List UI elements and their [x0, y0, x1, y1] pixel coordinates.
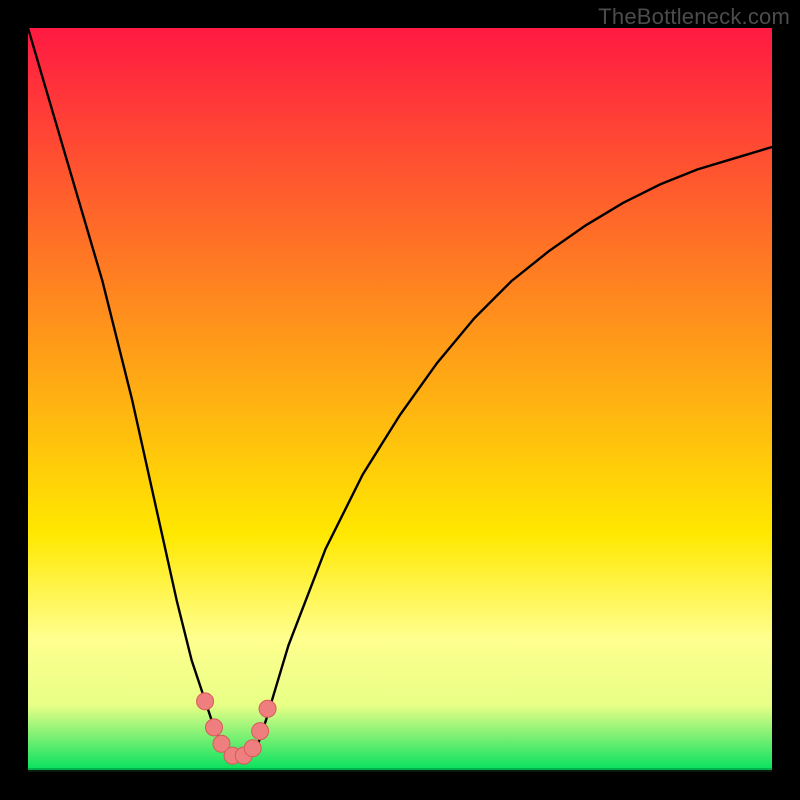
plot-area	[28, 28, 772, 772]
marker-dot	[206, 719, 223, 736]
watermark-text: TheBottleneck.com	[598, 4, 790, 30]
marker-dot	[259, 700, 276, 717]
floor-shadow	[28, 770, 772, 772]
chart-frame: TheBottleneck.com	[0, 0, 800, 800]
marker-dot	[197, 693, 214, 710]
chart-svg	[28, 28, 772, 772]
gradient-background	[28, 28, 772, 772]
marker-dot	[252, 723, 269, 740]
marker-dot	[244, 740, 261, 757]
